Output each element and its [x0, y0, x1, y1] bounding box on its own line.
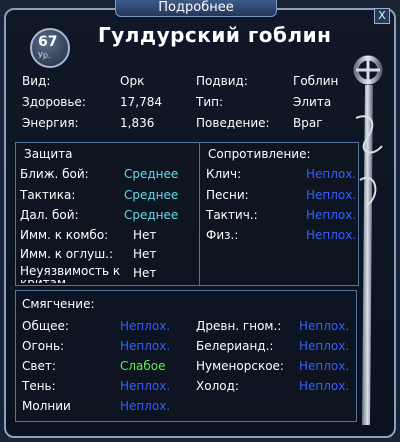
mitigation-value-fire: Неплох. [120, 339, 171, 353]
mitigation-value-general: Неплох. [120, 319, 171, 333]
defense-section: Защита Ближ. бой: Среднее Тактика: Средн… [15, 142, 200, 286]
defense-label-crit-line1: Неуязвимость к [20, 264, 121, 278]
resist-section: Сопротивление: Клич: Неплох. Песни: Непл… [199, 142, 359, 286]
mitigation-section: Смягчение: Общее: Неплох. Огонь: Неплох.… [15, 290, 357, 422]
info-label-kind: Вид: [22, 74, 51, 88]
defense-label-tactic: Тактика: [20, 188, 76, 202]
resist-label-call: Клич: [206, 167, 242, 181]
window-title: Подробнее [115, 0, 277, 17]
mitigation-label-cold: Холод: [196, 379, 239, 393]
info-value-energy: 1,836 [120, 116, 155, 130]
mitigation-label-general: Общее: [22, 319, 69, 333]
detail-window: Подробнее X 67 Ур. Гулдурский гоблин Вид… [0, 0, 400, 442]
info-label-energy: Энергия: [22, 116, 79, 130]
info-value-kind: Орк [120, 74, 145, 88]
defense-value-melee: Среднее [124, 167, 179, 181]
mitigation-title: Смягчение: [22, 297, 95, 311]
mitigation-label-shadow: Тень: [22, 379, 56, 393]
defense-title: Защита [24, 147, 73, 161]
mitigation-value-cold: Неплох. [299, 379, 350, 393]
level-badge: 67 Ур. [30, 28, 70, 68]
staff-decoration [353, 55, 383, 425]
level-label: Ур. [38, 51, 51, 60]
defense-label-melee: Ближ. бой: [20, 167, 89, 181]
level-value: 67 [38, 34, 58, 50]
mitigation-label-dwarf: Древн. гном.: [196, 319, 282, 333]
info-label-behavior: Поведение: [196, 116, 270, 130]
close-icon[interactable]: X [374, 8, 390, 24]
mitigation-label-lightning: Молнии [22, 399, 71, 413]
mitigation-value-beleriand: Неплох. [299, 339, 350, 353]
defense-label-crit: Неуязвимость к критам [20, 265, 130, 283]
mitigation-value-dwarf: Неплох. [299, 319, 350, 333]
defense-label-combo: Имм. к комбо: [20, 228, 109, 242]
resist-label-phys: Физ.: [206, 228, 239, 242]
info-label-subtype: Подвид: [196, 74, 248, 88]
info-value-subtype: Гоблин [293, 74, 339, 88]
mitigation-value-numenor: Неплох. [299, 359, 350, 373]
mitigation-value-lightning: Неплох. [120, 399, 171, 413]
mitigation-value-shadow: Неплох. [120, 379, 171, 393]
resist-title: Сопротивление: [208, 147, 311, 161]
defense-value-ranged: Среднее [124, 208, 179, 222]
defense-label-ranged: Дал. бой: [20, 208, 79, 222]
info-label-health: Здоровье: [22, 95, 86, 109]
defense-label-stun: Имм. к оглуш.: [20, 247, 114, 261]
defense-value-combo: Нет [133, 228, 157, 242]
defense-value-crit: Нет [133, 266, 157, 280]
mitigation-value-light: Слабое [120, 359, 166, 373]
mitigation-label-numenor: Нуменорское: [196, 359, 284, 373]
defense-value-tactic: Среднее [124, 188, 179, 202]
mitigation-label-light: Свет: [22, 359, 56, 373]
defense-value-stun: Нет [133, 247, 157, 261]
mob-name: Гулдурский гоблин [98, 23, 332, 47]
resist-label-songs: Песни: [206, 188, 249, 202]
info-value-type: Элита [293, 95, 332, 109]
info-value-health: 17,784 [120, 95, 162, 109]
info-label-type: Тип: [196, 95, 224, 109]
resist-label-tactic: Тактич.: [206, 208, 258, 222]
info-value-behavior: Враг [293, 116, 323, 130]
mitigation-label-beleriand: Белерианд.: [196, 339, 274, 353]
mitigation-label-fire: Огонь: [22, 339, 65, 353]
